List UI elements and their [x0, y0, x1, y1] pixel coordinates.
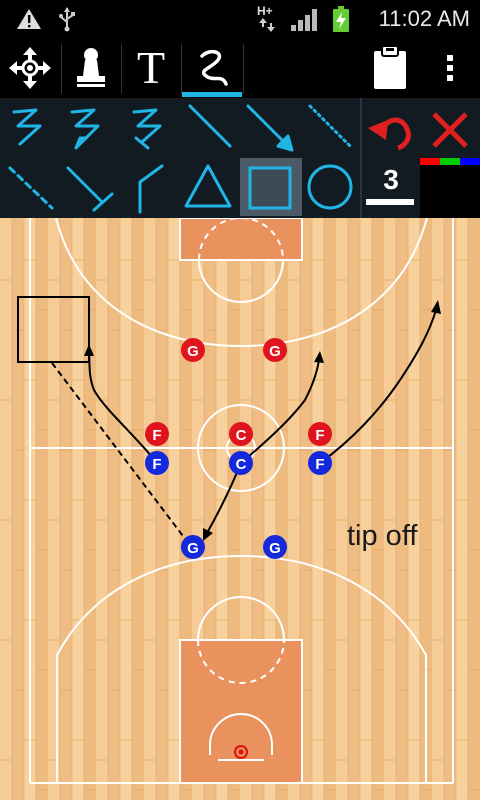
player-red-f-right[interactable]: F: [308, 422, 332, 446]
stamp-tool-button[interactable]: [62, 38, 120, 98]
stroke-width-bar: [366, 199, 414, 205]
svg-text:F: F: [152, 427, 161, 444]
svg-text:F: F: [152, 456, 161, 473]
signal-icon: [291, 9, 317, 31]
draw-tool-button[interactable]: [182, 38, 242, 98]
player-blue-g-right[interactable]: G: [263, 535, 287, 559]
angled-line-option[interactable]: [138, 164, 164, 214]
svg-text:F: F: [315, 427, 324, 444]
toolbar: T: [0, 38, 480, 98]
player-red-g-left[interactable]: G: [181, 338, 205, 362]
rectangle-shape-option[interactable]: [240, 158, 302, 216]
court-canvas[interactable]: G G F C F F C F G G: [0, 218, 480, 800]
player-red-f-left[interactable]: F: [145, 422, 169, 446]
player-red-g-right[interactable]: G: [263, 338, 287, 362]
dashed-line-option[interactable]: [8, 166, 54, 210]
clock: 11:02 AM: [378, 6, 470, 31]
text-icon: T: [136, 42, 166, 93]
text-tool-button[interactable]: T: [122, 38, 180, 98]
overflow-menu-button[interactable]: [430, 38, 470, 98]
warning-icon: [17, 9, 41, 29]
play-note-text[interactable]: tip off: [347, 520, 417, 553]
straight-arrow-line-option[interactable]: [246, 104, 294, 152]
stamp-icon: [77, 48, 105, 87]
network-icon: [259, 18, 275, 32]
svg-text:C: C: [236, 427, 247, 444]
usb-icon: [59, 7, 75, 32]
svg-text:G: G: [187, 540, 199, 557]
svg-text:G: G: [269, 540, 281, 557]
svg-text:G: G: [187, 343, 199, 360]
player-blue-g-left[interactable]: G: [181, 535, 205, 559]
overflow-menu-icon: [447, 55, 453, 81]
status-bar: H+ 11:02 AM: [0, 0, 480, 38]
network-type-label: H+: [257, 4, 273, 18]
player-blue-f-left[interactable]: F: [145, 451, 169, 475]
clipboard-icon: [374, 45, 406, 89]
squiggle-arrow-line-option[interactable]: [70, 108, 100, 150]
circle-shape-option[interactable]: [307, 164, 353, 210]
squiggle-line-option[interactable]: [12, 108, 42, 146]
svg-text:C: C: [236, 456, 247, 473]
dotted-line-option[interactable]: [308, 104, 352, 148]
battery-charging-icon: [333, 6, 349, 32]
player-blue-f-right[interactable]: F: [308, 451, 332, 475]
straight-line-option[interactable]: [188, 104, 232, 148]
draw-icon: [200, 49, 228, 86]
player-red-c[interactable]: C: [229, 422, 253, 446]
color-picker[interactable]: [420, 158, 480, 165]
squiggle-block-line-option[interactable]: [132, 108, 162, 150]
undo-icon[interactable]: [368, 117, 411, 151]
move-tool-button[interactable]: [0, 38, 60, 98]
move-icon: [9, 47, 51, 89]
active-tool-indicator: [182, 92, 242, 97]
straight-block-line-option[interactable]: [66, 166, 114, 212]
svg-text:F: F: [315, 456, 324, 473]
clipboard-button[interactable]: [362, 38, 418, 98]
player-blue-c[interactable]: C: [229, 451, 253, 475]
stroke-width-value[interactable]: 3: [368, 164, 414, 196]
triangle-shape-option[interactable]: [184, 164, 232, 208]
delete-icon[interactable]: [432, 112, 468, 148]
svg-text:G: G: [269, 343, 281, 360]
